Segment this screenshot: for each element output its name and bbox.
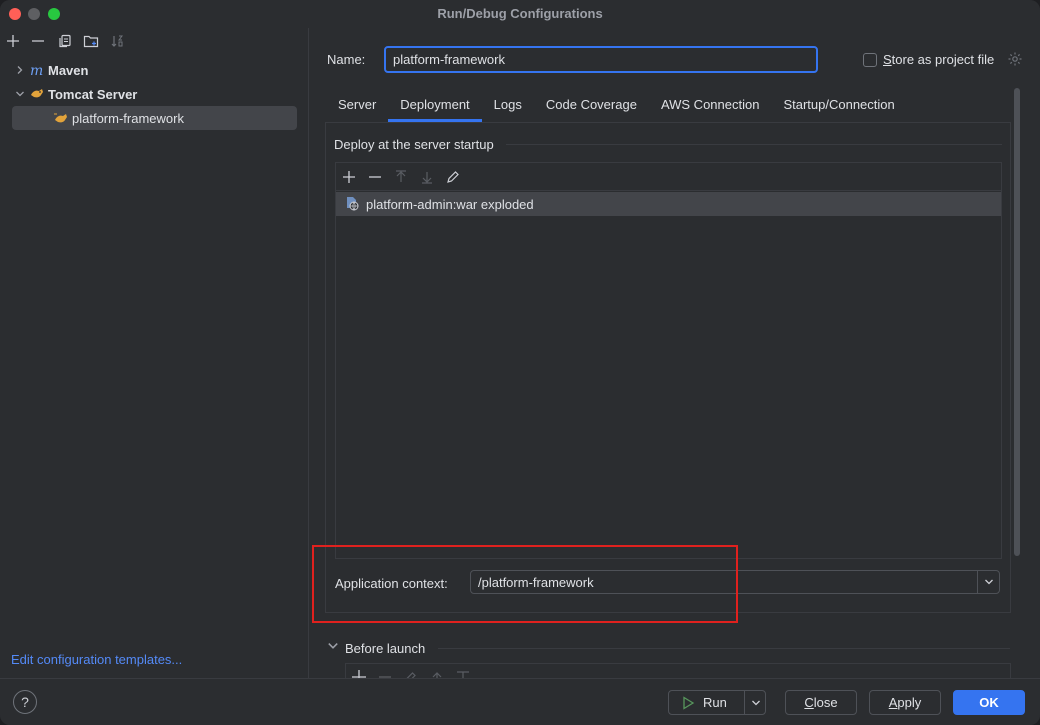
window-title: Run/Debug Configurations — [437, 6, 603, 21]
tab-bar: Server Deployment Logs Code Coverage AWS… — [326, 86, 907, 122]
store-label-mnemonic: S — [883, 52, 892, 67]
tree-item-label: Tomcat Server — [48, 86, 138, 102]
help-button[interactable]: ? — [13, 690, 37, 714]
apply-mnemonic: A — [888, 695, 898, 710]
svg-text:m: m — [30, 63, 43, 77]
deployment-tab-content: Deploy at the server startup platform-ad… — [312, 122, 1011, 623]
name-input[interactable] — [384, 46, 818, 73]
artifact-war-icon — [344, 195, 360, 214]
run-debug-configurations-window: Run/Debug Configurations m Maven Tomcat … — [0, 0, 1040, 725]
chevron-right-icon[interactable] — [12, 62, 28, 78]
tree-item-maven[interactable]: m Maven — [12, 58, 297, 82]
apply-button[interactable]: Apply — [869, 690, 941, 715]
ok-button[interactable]: OK — [953, 690, 1025, 715]
tree-item-label: Maven — [48, 62, 89, 78]
tomcat-icon — [28, 86, 46, 102]
tab-server[interactable]: Server — [326, 86, 388, 122]
deployment-list: platform-admin:war exploded — [335, 162, 1002, 559]
run-button-label: Run — [703, 695, 727, 710]
apply-label: pply — [897, 695, 922, 710]
annotation-highlight-box — [312, 545, 738, 623]
deployment-item[interactable]: platform-admin:war exploded — [336, 192, 1001, 216]
tab-startup-connection[interactable]: Startup/Connection — [771, 86, 906, 122]
play-icon — [683, 695, 695, 710]
tomcat-config-icon — [52, 110, 70, 126]
tree-item-tomcat-server[interactable]: Tomcat Server — [12, 82, 297, 106]
deploy-section-title: Deploy at the server startup — [334, 137, 502, 152]
store-label-text: tore as project file — [891, 52, 995, 67]
run-button[interactable]: Run — [668, 690, 766, 715]
remove-icon[interactable] — [366, 168, 384, 186]
tab-aws-connection[interactable]: AWS Connection — [649, 86, 772, 122]
configurations-sidebar: m Maven Tomcat Server platform-framework — [0, 28, 309, 678]
new-folder-icon[interactable] — [82, 32, 100, 50]
name-label: Name: — [327, 52, 366, 67]
edit-configuration-templates-link[interactable]: Edit configuration templates... — [11, 652, 182, 667]
close-label: lose — [813, 695, 838, 710]
chevron-down-icon[interactable] — [977, 571, 999, 593]
before-launch-title[interactable]: Before launch — [345, 641, 425, 656]
store-as-project-file-checkbox[interactable] — [863, 53, 877, 67]
tab-logs[interactable]: Logs — [482, 86, 534, 122]
chevron-down-icon[interactable] — [12, 86, 28, 102]
tree-item-label: platform-framework — [72, 110, 184, 126]
sort-icon[interactable] — [108, 32, 126, 50]
section-divider — [506, 144, 1002, 145]
sidebar-toolbar — [0, 28, 309, 54]
add-icon[interactable] — [340, 168, 358, 186]
vertical-scrollbar[interactable] — [1014, 88, 1020, 556]
tab-code-coverage[interactable]: Code Coverage — [534, 86, 649, 122]
move-up-icon — [392, 168, 410, 186]
run-dropdown-button[interactable] — [744, 691, 766, 714]
gear-icon[interactable] — [1007, 51, 1023, 67]
deployment-item-label: platform-admin:war exploded — [366, 196, 534, 212]
section-divider — [438, 648, 1010, 649]
store-as-project-file-label[interactable]: Store as project file — [883, 52, 994, 67]
maven-icon: m — [28, 62, 46, 78]
tree-item-platform-framework[interactable]: platform-framework — [12, 106, 297, 130]
move-down-icon — [418, 168, 436, 186]
copy-icon[interactable] — [56, 32, 74, 50]
close-button[interactable]: Close — [785, 690, 857, 715]
chevron-down-icon[interactable] — [327, 640, 339, 652]
deployment-toolbar — [336, 163, 1001, 191]
edit-icon[interactable] — [444, 168, 462, 186]
chevron-down-icon — [751, 700, 760, 705]
title-bar: Run/Debug Configurations — [0, 0, 1040, 28]
dialog-button-bar: ? Run Close Apply OK — [0, 678, 1040, 725]
close-mnemonic: C — [804, 695, 814, 710]
tab-deployment[interactable]: Deployment — [388, 86, 483, 122]
configuration-editor: Name: Store as project file Server Deplo… — [310, 28, 1040, 683]
remove-icon[interactable] — [29, 32, 47, 50]
add-icon[interactable] — [4, 32, 22, 50]
